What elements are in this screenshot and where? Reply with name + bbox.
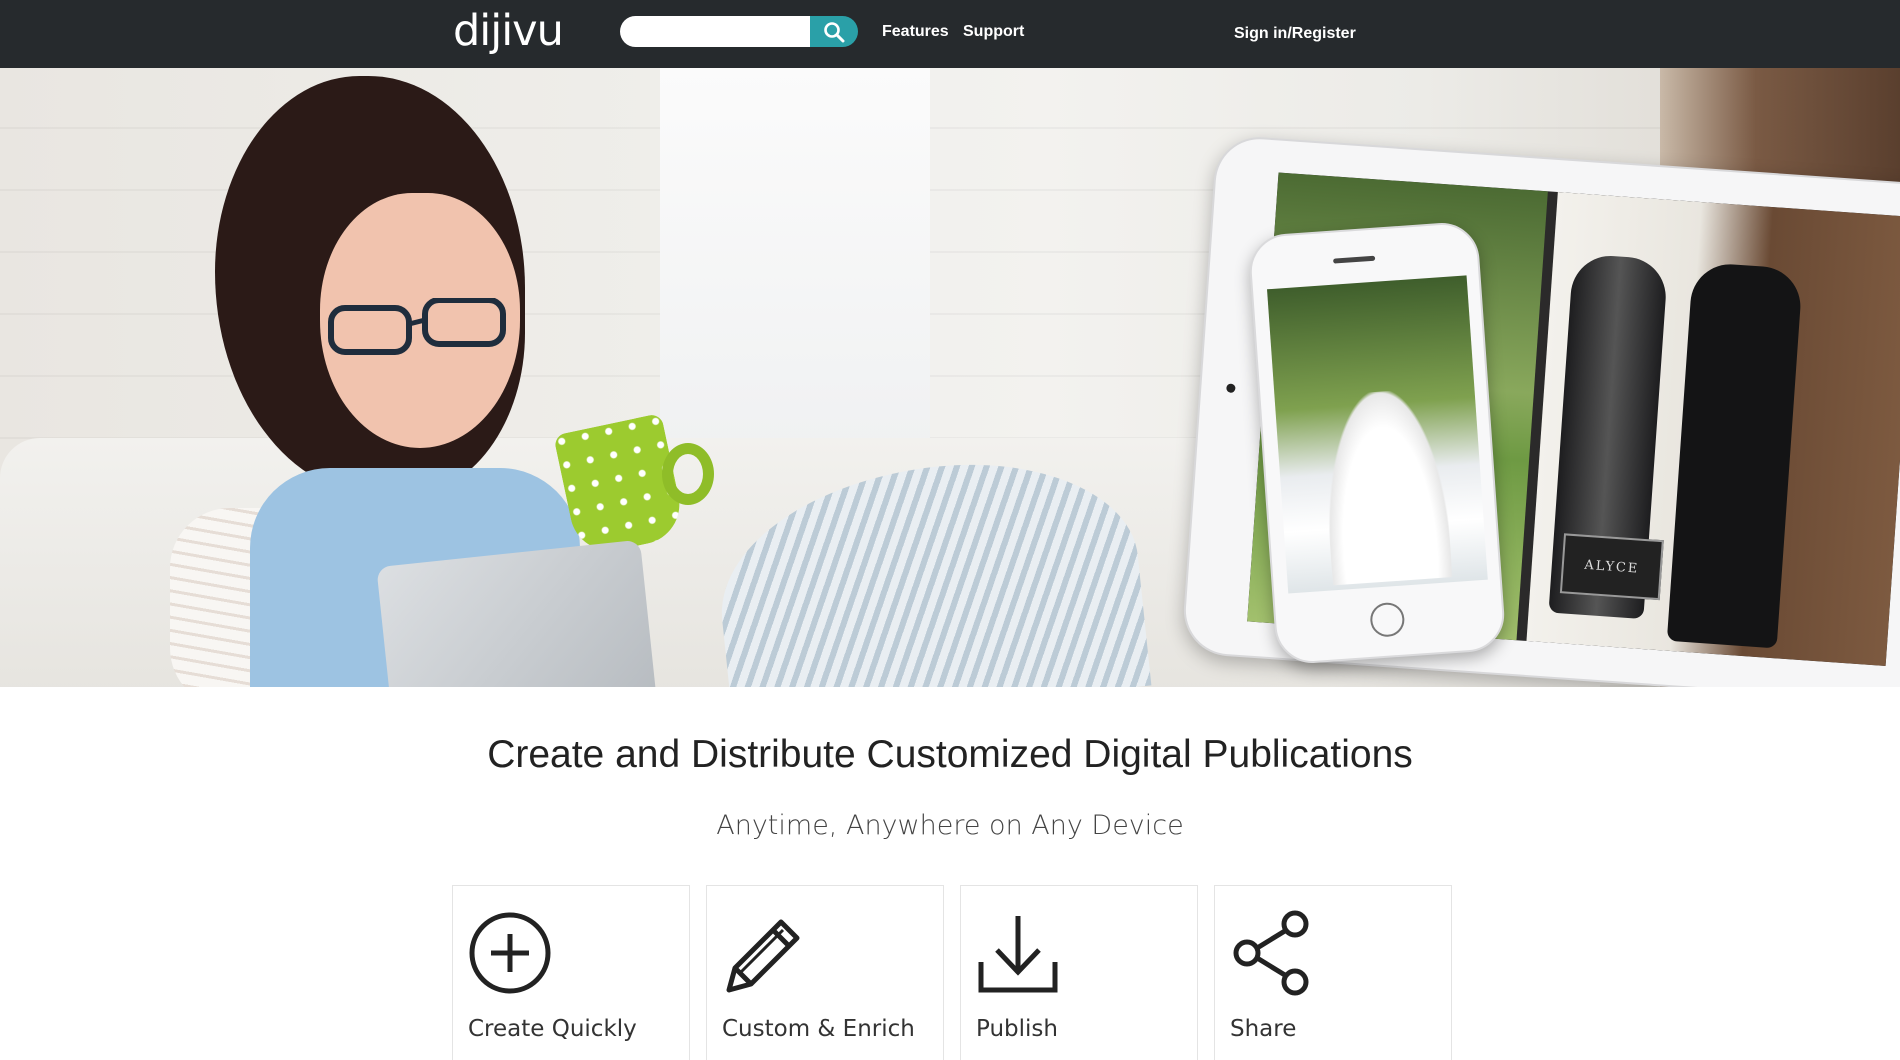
feature-label: Create Quickly <box>468 1016 637 1042</box>
search-bar <box>620 16 860 47</box>
hero-iphone-device <box>1247 220 1507 666</box>
share-icon <box>1233 910 1309 996</box>
sign-in-register-link[interactable]: Sign in/Register <box>1234 25 1356 43</box>
feature-label: Share <box>1230 1016 1297 1042</box>
page-headline: Create and Distribute Customized Digital… <box>487 733 1413 776</box>
download-icon <box>978 916 1058 993</box>
iphone-wedding-gown <box>1319 387 1453 586</box>
feature-card-create-quickly[interactable]: Create Quickly <box>452 885 690 1060</box>
feature-card-publish[interactable]: Publish <box>960 885 1198 1060</box>
feature-label: Publish <box>976 1016 1058 1042</box>
search-icon <box>824 22 845 43</box>
plus-circle-icon <box>469 912 551 994</box>
iphone-screen <box>1267 275 1488 594</box>
search-button[interactable] <box>810 16 858 47</box>
logo[interactable]: dijivu <box>453 6 564 56</box>
ipad-camera <box>1226 383 1236 394</box>
search-input[interactable] <box>620 16 812 47</box>
pencil-icon <box>726 919 800 993</box>
feature-card-custom-enrich[interactable]: Custom & Enrich <box>706 885 944 1060</box>
hero-woman-glasses <box>328 298 506 355</box>
nav-link-support[interactable]: Support <box>963 23 1024 41</box>
nav-link-features[interactable]: Features <box>882 23 949 41</box>
top-navbar: dijivu Features Support Sign in/Register <box>0 0 1900 68</box>
iphone-home-button <box>1369 601 1406 638</box>
feature-cards: Create Quickly Custom & Enrich Publish S… <box>452 885 1452 1060</box>
alyce-brand-label: ALYCE <box>1559 533 1664 601</box>
feature-card-share[interactable]: Share <box>1214 885 1452 1060</box>
feature-label: Custom & Enrich <box>722 1016 915 1042</box>
hero-window <box>660 68 930 448</box>
page-subheadline: Anytime, Anywhere on Any Device <box>716 810 1184 841</box>
hero-banner: ALYCE <box>0 68 1900 687</box>
iphone-speaker <box>1333 255 1376 264</box>
hero-mug-handle <box>662 443 714 505</box>
